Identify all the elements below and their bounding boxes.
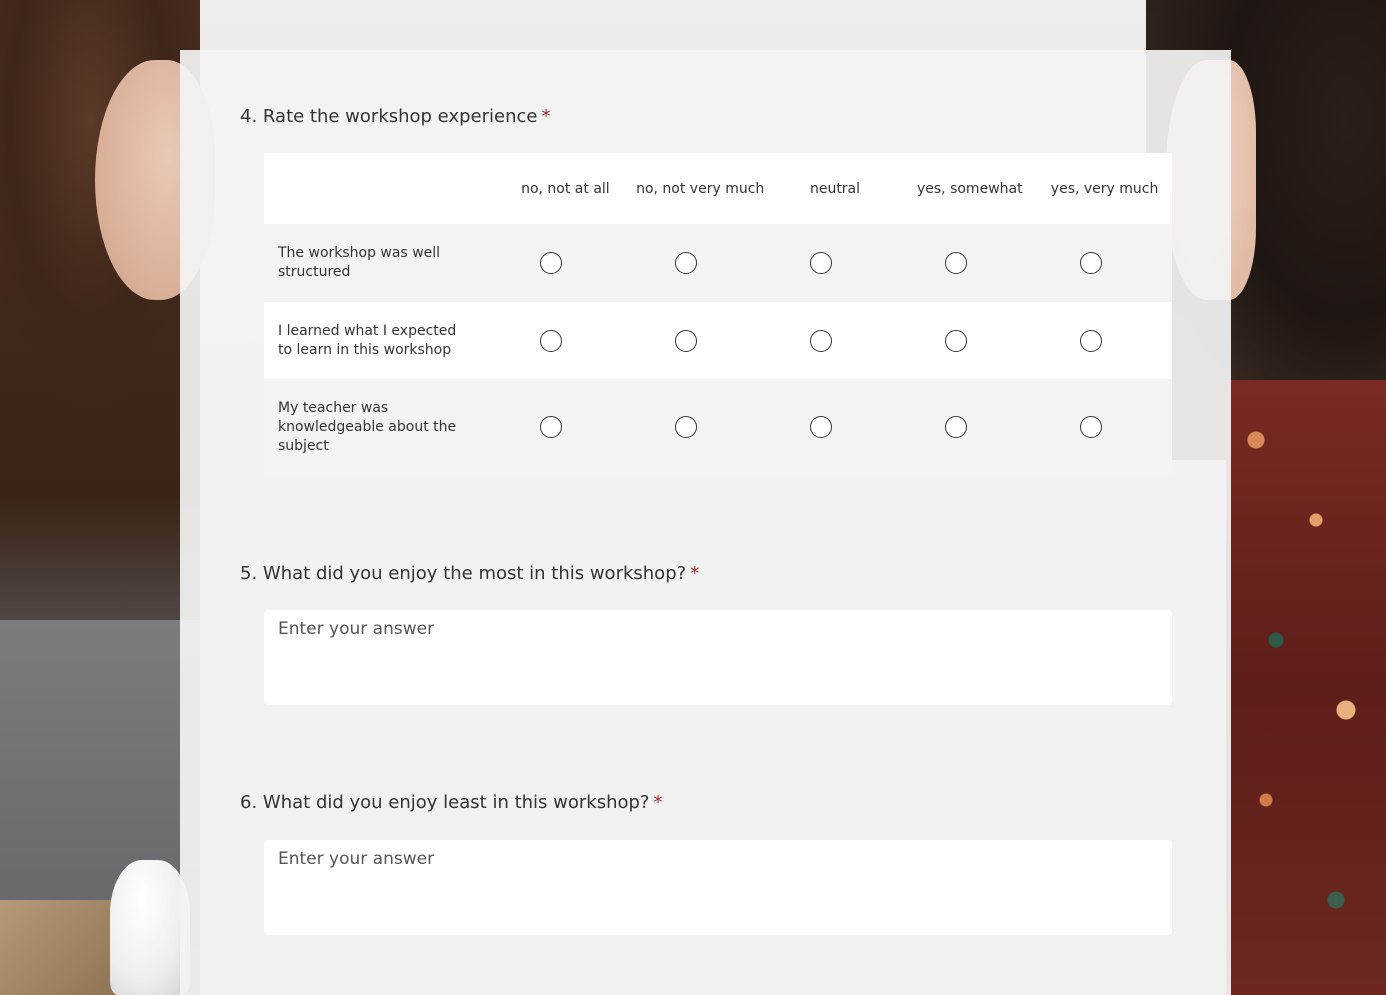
likert-option-label: yes, somewhat <box>916 180 1023 197</box>
radio-option[interactable] <box>944 329 967 352</box>
question-number: 4. <box>240 106 258 127</box>
question-text: Rate the workshop experience <box>262 106 538 127</box>
question-number: 6. <box>240 792 258 813</box>
likert-option-label: no, not very much <box>636 180 765 197</box>
radio-option[interactable] <box>540 252 563 274</box>
required-mark: * <box>690 563 700 584</box>
likert-statement: I learned what I expected to learn in th… <box>278 322 457 358</box>
radio-option[interactable] <box>1079 416 1102 438</box>
answer-placeholder: Enter your answer <box>278 849 435 869</box>
radio-option[interactable] <box>944 252 967 274</box>
background-cup <box>110 860 190 995</box>
radio-option[interactable] <box>809 329 832 352</box>
likert-option-label: no, not at all <box>521 180 610 197</box>
background-dress <box>1226 380 1386 995</box>
radio-option[interactable] <box>540 329 563 352</box>
question-5-title: 5. What did you enjoy the most in this w… <box>240 563 699 584</box>
question-number: 5. <box>240 563 258 584</box>
radio-option[interactable] <box>675 416 698 438</box>
likert-header: no, not at all no, not very much neutral… <box>264 153 1172 224</box>
answer-placeholder: Enter your answer <box>278 619 435 639</box>
radio-option[interactable] <box>675 329 698 352</box>
radio-option[interactable] <box>1079 252 1102 274</box>
likert-statement: My teacher was knowledgeable about the s… <box>278 399 457 454</box>
form-panel: 4. Rate the workshop experience * no, not… <box>180 50 1231 995</box>
question-text: What did you enjoy least in this worksho… <box>262 792 650 813</box>
question-6-title: 6. What did you enjoy least in this work… <box>240 792 662 813</box>
likert-row: My teacher was knowledgeable about the s… <box>264 379 1172 475</box>
required-mark: * <box>541 106 551 127</box>
likert-statement: The workshop was well structured <box>278 245 441 280</box>
radio-option[interactable] <box>675 252 698 274</box>
likert-option-label: neutral <box>809 180 861 197</box>
required-mark: * <box>653 792 663 813</box>
answer-input-q5[interactable]: Enter your answer <box>264 610 1172 705</box>
question-4-title: 4. Rate the workshop experience * <box>240 106 550 127</box>
question-text: What did you enjoy the most in this work… <box>262 563 687 584</box>
likert-grid: no, not at all no, not very much neutral… <box>264 153 1172 475</box>
radio-option[interactable] <box>540 416 563 438</box>
radio-option[interactable] <box>809 252 832 274</box>
answer-input-q6[interactable]: Enter your answer <box>264 840 1172 935</box>
likert-row: I learned what I expected to learn in th… <box>264 302 1172 379</box>
radio-option[interactable] <box>944 416 967 438</box>
likert-option-label: yes, very much <box>1050 180 1159 197</box>
radio-option[interactable] <box>809 416 832 438</box>
radio-option[interactable] <box>1079 329 1102 352</box>
likert-row: The workshop was well structured <box>264 224 1172 302</box>
